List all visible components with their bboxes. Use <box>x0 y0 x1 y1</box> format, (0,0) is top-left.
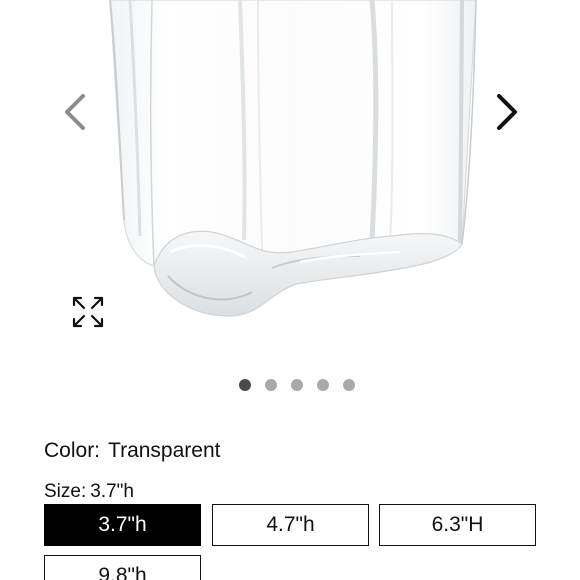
carousel-dot-4[interactable] <box>317 379 329 391</box>
carousel-dot-1[interactable] <box>239 379 251 391</box>
size-option-label: 6.3"H <box>431 513 484 536</box>
size-option-6-3h-button[interactable]: 6.3"H <box>379 504 536 546</box>
carousel-pagination <box>0 379 580 397</box>
size-label: Size: <box>44 481 87 502</box>
expand-fullscreen-icon[interactable] <box>68 292 108 332</box>
size-option-label: 9.8"h <box>98 564 147 580</box>
size-option-3-7h-button[interactable]: 3.7"h <box>44 504 201 546</box>
color-label: Color: <box>44 439 101 462</box>
size-option-label: 3.7"h <box>98 513 147 536</box>
size-value: 3.7"h <box>90 481 134 502</box>
image-gallery[interactable] <box>0 0 580 360</box>
previous-image-arrow-icon[interactable] <box>56 82 96 142</box>
carousel-dot-2[interactable] <box>265 379 277 391</box>
product-page: Color: Transparent Size: 3.7"h 3.7"h 4.7"h… <box>0 0 580 580</box>
carousel-dot-3[interactable] <box>291 379 303 391</box>
carousel-dot-5[interactable] <box>343 379 355 391</box>
color-value: Transparent <box>108 439 221 462</box>
size-option-label: 4.7"h <box>266 513 315 536</box>
next-image-arrow-icon[interactable] <box>486 82 526 142</box>
size-option-4-7h-button[interactable]: 4.7"h <box>212 504 369 546</box>
size-option-9-8h-button[interactable]: 9.8"h <box>44 555 201 580</box>
color-selection: Color: Transparent <box>44 438 220 464</box>
size-selection: Size: 3.7"h <box>44 480 134 504</box>
